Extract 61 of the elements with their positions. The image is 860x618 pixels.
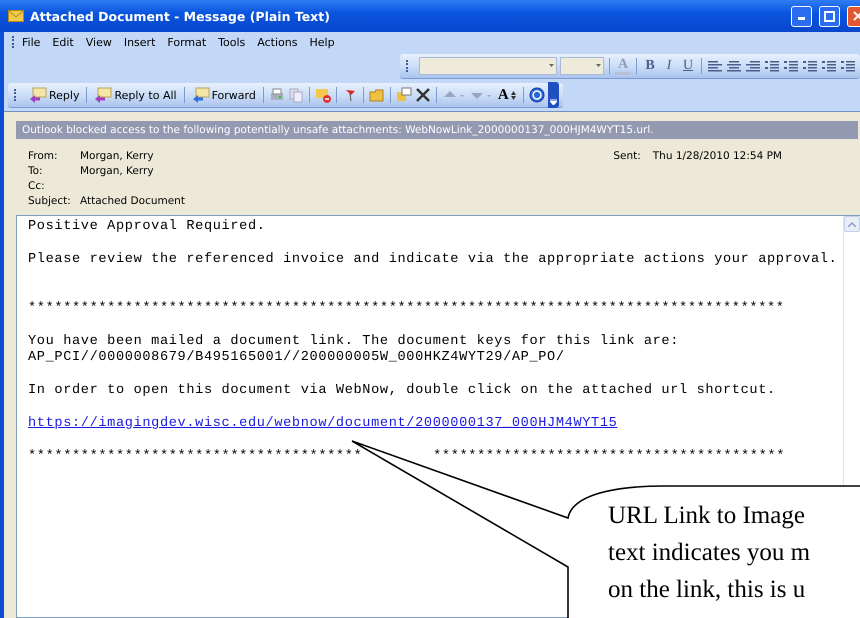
menu-item[interactable]: View [86, 36, 121, 48]
menu-item[interactable]: Actions [257, 36, 306, 48]
center-icon[interactable] [726, 58, 742, 74]
bullets-icon[interactable] [764, 58, 780, 74]
header-value: Attached Document [80, 195, 186, 207]
sent-label: Sent: [613, 150, 642, 162]
header-label: To: [28, 165, 44, 177]
italic-button[interactable]: I [661, 59, 677, 73]
font-size-field[interactable] [560, 57, 604, 75]
help-icon[interactable] [528, 87, 545, 103]
sent-value: Thu 1/28/2010 12:54 PM [652, 150, 783, 162]
menu-item[interactable]: File [22, 36, 50, 48]
envelope-icon [8, 10, 24, 22]
window-title: Attached Document - Message (Plain Text) [30, 8, 331, 24]
asterisk-rule: ************************************** [28, 448, 362, 465]
delete-icon[interactable] [414, 87, 431, 103]
menu-item[interactable]: Format [167, 36, 216, 48]
header-label: From: [28, 150, 59, 162]
asterisk-rule: ************************************************************************************** [28, 301, 786, 318]
chevron-icon [550, 99, 557, 105]
document-link[interactable]: https://imagingdev.wisc.edu/webnow/document/2000000137_000HJM4WYT15 [28, 416, 618, 431]
dropdown-arrow-icon [547, 63, 556, 69]
dropdown-arrow-icon [594, 63, 603, 69]
body-text-line: In order to open this document via WebNow, double click on the attached url shortcut. [28, 383, 777, 400]
align-right-icon[interactable] [745, 58, 761, 74]
folder-icon[interactable] [368, 87, 385, 103]
header-label: Subject: [28, 195, 72, 207]
forward-icon [192, 87, 210, 103]
overflow-button[interactable] [548, 82, 559, 108]
underline-button[interactable]: U [680, 59, 696, 73]
header-label: Cc: [28, 180, 46, 192]
asterisk-rule: **************************************** [433, 448, 785, 465]
toolbar-button[interactable]: Reply [27, 84, 82, 106]
align-left-icon[interactable] [707, 58, 723, 74]
maximize-button[interactable] [819, 6, 840, 26]
maximize-icon [824, 10, 835, 22]
envelope-delete-icon[interactable] [314, 87, 331, 103]
blocked-attachment-infobar: Outlook blocked access to the following potentially unsafe attachments: WebNowLink_2000000137_000HJM4WYT15.url. [16, 121, 858, 139]
header-value: Morgan, Kerry [80, 165, 155, 177]
menu-item[interactable]: Help [309, 36, 344, 48]
bold-button[interactable]: B [642, 59, 658, 73]
menu-item[interactable]: Insert [124, 36, 164, 48]
minimize-button[interactable] [791, 6, 812, 26]
body-text-line: Please review the referenced invoice and indicate via the appropriate actions your approval. [28, 252, 838, 268]
move-icon[interactable] [396, 87, 412, 103]
close-icon [852, 11, 860, 21]
body-text-line: Positive Approval Required. [28, 219, 267, 236]
menu-item[interactable]: Edit [52, 36, 83, 48]
font-name-field[interactable] [419, 57, 557, 75]
callout-text: URL Link to Image text indicates you m on the link, this is u [608, 501, 810, 605]
menu-item[interactable]: Tools [218, 36, 254, 48]
reply-all-icon [94, 87, 112, 103]
font-size-button[interactable]: A [496, 84, 518, 106]
toolbar-button[interactable]: Reply to All [92, 84, 179, 106]
print-icon[interactable] [268, 87, 285, 103]
reply-icon [29, 87, 47, 103]
body-text-line: You have been mailed a document link. The document keys for this link are: [28, 334, 680, 350]
arrows-icon [510, 90, 516, 100]
header-value: Morgan, Kerry [80, 150, 155, 162]
toolbar-button[interactable]: Forward [190, 84, 258, 106]
body-text-line: AP_PCI//0000008679/B495165001//200000005W_000HKZ4WYT29/AP_PO/ [28, 350, 566, 367]
